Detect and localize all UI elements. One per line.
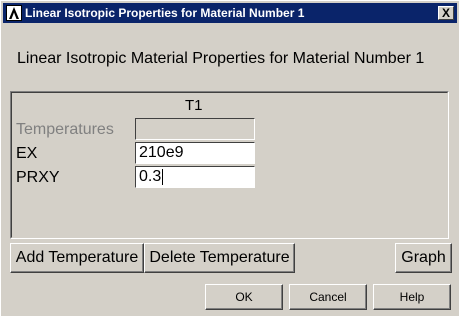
graph-button[interactable]: Graph <box>395 243 452 273</box>
ex-value: 210e9 <box>139 144 184 161</box>
row-label-prxy: PRXY <box>16 169 60 186</box>
column-header-t1: T1 <box>185 97 203 114</box>
prxy-value: 0.3 <box>139 168 162 185</box>
close-icon: X <box>441 6 450 20</box>
window-title: Linear Isotropic Properties for Material… <box>25 6 305 20</box>
close-button[interactable]: X <box>438 6 454 20</box>
properties-table-panel <box>10 91 449 239</box>
ok-button[interactable]: OK <box>205 284 283 310</box>
row-label-ex: EX <box>16 145 38 162</box>
ex-input[interactable]: 210e9 <box>135 142 255 164</box>
delete-temperature-button[interactable]: Delete Temperature <box>144 243 295 273</box>
dialog-heading: Linear Isotropic Material Properties for… <box>17 50 425 67</box>
row-label-temperatures: Temperatures <box>16 121 114 138</box>
cancel-button[interactable]: Cancel <box>289 284 367 310</box>
ansys-logo-icon <box>6 5 22 21</box>
add-temperature-button[interactable]: Add Temperature <box>10 243 144 273</box>
prxy-input[interactable]: 0.3 <box>135 166 255 188</box>
title-bar[interactable]: Linear Isotropic Properties for Material… <box>3 3 457 23</box>
temperatures-field <box>135 118 255 140</box>
help-button[interactable]: Help <box>373 284 451 310</box>
text-cursor <box>162 168 164 185</box>
material-properties-dialog: Linear Isotropic Properties for Material… <box>0 0 460 317</box>
